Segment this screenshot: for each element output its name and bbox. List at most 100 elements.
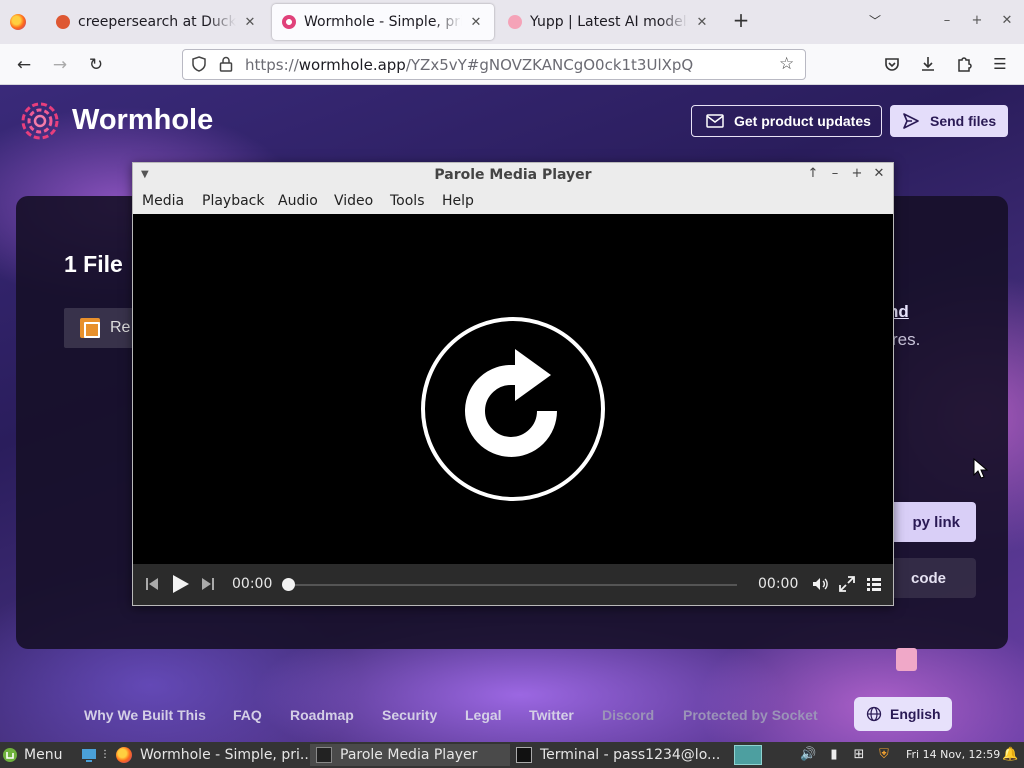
video-file-icon <box>80 318 100 338</box>
taskbar-task-terminal[interactable]: Terminal - pass1234@lo... <box>510 744 720 766</box>
tab-title: Yupp | Latest AI models <box>530 14 688 30</box>
firefox-task-icon <box>116 747 132 763</box>
language-selector-button[interactable]: English <box>854 697 952 731</box>
play-icon[interactable] <box>169 573 191 595</box>
notifications-bell-icon[interactable]: 🔔 <box>1002 747 1018 763</box>
tracking-protection-shield-icon[interactable] <box>191 56 207 72</box>
list-all-tabs-chevron-icon[interactable]: ﹀ <box>866 12 884 30</box>
replay-icon[interactable] <box>419 315 607 503</box>
player-close-icon[interactable]: ✕ <box>871 166 887 182</box>
extensions-puzzle-icon[interactable] <box>954 54 974 74</box>
menu-video[interactable]: Video <box>334 193 373 209</box>
player-maximize-icon[interactable]: + <box>849 166 865 182</box>
keep-above-arrow-icon[interactable]: ↑ <box>805 166 821 182</box>
wormhole-logo-icon[interactable] <box>20 101 60 141</box>
hamburger-menu-icon[interactable]: ☰ <box>990 54 1010 74</box>
start-menu-button[interactable]: Menu <box>2 745 62 765</box>
footer-link-roadmap[interactable]: Roadmap <box>290 707 354 723</box>
total-time: 00:00 <box>758 576 799 592</box>
footer-link-faq[interactable]: FAQ <box>233 707 262 723</box>
padlock-icon[interactable] <box>219 56 233 72</box>
taskbar-task-wormhole[interactable]: Wormhole - Simple, pri... <box>110 744 310 766</box>
card-title: 1 File <box>64 251 123 277</box>
player-minimize-icon[interactable]: – <box>827 166 843 182</box>
minimize-window-icon[interactable]: – <box>938 12 956 30</box>
footer-link-security[interactable]: Security <box>382 707 437 723</box>
pocket-icon[interactable] <box>882 54 902 74</box>
yupp-favicon-icon <box>508 15 522 29</box>
mouse-pointer-icon <box>973 458 989 479</box>
close-tab-icon[interactable]: ✕ <box>694 15 710 30</box>
url-text[interactable]: https://wormhole.app/YZx5vY#gNOVZKANCgO0… <box>245 56 693 74</box>
clock[interactable]: Fri 14 Nov, 12:59 <box>906 748 1000 761</box>
close-tab-icon[interactable]: ✕ <box>468 15 484 30</box>
forward-arrow-icon[interactable]: → <box>48 53 72 77</box>
brand-name[interactable]: Wormhole <box>72 104 213 137</box>
globe-icon <box>866 706 882 722</box>
tab-title: creepersearch at DuckD <box>78 14 236 30</box>
launcher-separator-icon: ⋮ <box>100 749 110 760</box>
seek-handle[interactable] <box>282 578 295 591</box>
tab-duckduckgo[interactable]: creepersearch at DuckD ✕ <box>46 4 268 40</box>
copy-link-label: py link <box>912 513 960 531</box>
task-label: Parole Media Player <box>340 747 478 763</box>
url-path: /YZx5vY#gNOVZKANCgO0ck1t3UlXpQ <box>405 56 694 74</box>
battery-tray-icon[interactable]: ▮ <box>826 747 842 763</box>
volume-tray-icon[interactable]: 🔊 <box>800 747 816 763</box>
address-bar[interactable]: https://wormhole.app/YZx5vY#gNOVZKANCgO0… <box>182 49 806 80</box>
send-files-button[interactable]: Send files <box>890 105 1008 137</box>
get-product-updates-button[interactable]: Get product updates <box>691 105 882 137</box>
code-button-label: code <box>910 569 946 587</box>
update-shield-tray-icon[interactable]: ⛨ <box>876 747 892 763</box>
menu-playback[interactable]: Playback <box>202 193 264 209</box>
footer-link-protected-by-socket[interactable]: Protected by Socket <box>683 707 818 723</box>
taskbar-task-parole[interactable]: Parole Media Player <box>310 744 510 766</box>
reload-icon[interactable]: ↻ <box>84 53 108 77</box>
task-label: Terminal - pass1234@lo... <box>540 747 720 763</box>
volume-icon[interactable] <box>811 575 829 593</box>
player-window-title: Parole Media Player <box>434 167 592 183</box>
send-button-label: Send files <box>930 113 997 129</box>
player-title-bar[interactable]: ▼ Parole Media Player ↑ – + ✕ <box>133 163 893 187</box>
downloads-icon[interactable] <box>918 54 938 74</box>
menu-label: Menu <box>24 747 63 763</box>
previous-track-icon[interactable] <box>143 575 161 593</box>
footer-link-twitter[interactable]: Twitter <box>529 707 574 723</box>
file-name: Re <box>110 319 131 336</box>
mail-icon <box>706 114 724 128</box>
seek-bar[interactable] <box>287 584 737 586</box>
terminal-task-icon <box>516 747 532 763</box>
new-tab-plus-icon[interactable]: + <box>730 10 752 32</box>
pink-accent-element[interactable] <box>896 648 917 671</box>
next-track-icon[interactable] <box>199 575 217 593</box>
video-area[interactable] <box>133 214 893 564</box>
firefox-icon[interactable] <box>10 14 26 30</box>
playlist-icon[interactable] <box>865 575 883 593</box>
side-description-text: res. <box>892 330 921 349</box>
parole-media-player-window[interactable]: ▼ Parole Media Player ↑ – + ✕ Media Play… <box>132 162 894 606</box>
footer-link-discord[interactable]: Discord <box>602 707 654 723</box>
tab-wormhole[interactable]: Wormhole - Simple, priv ✕ <box>272 4 494 40</box>
player-menu-bar: Media Playback Audio Video Tools Help <box>133 187 893 214</box>
close-tab-icon[interactable]: ✕ <box>242 15 258 30</box>
workspace-switcher[interactable] <box>734 745 762 765</box>
menu-tools[interactable]: Tools <box>390 193 425 209</box>
show-desktop-icon[interactable] <box>80 746 98 764</box>
bookmark-star-icon[interactable]: ☆ <box>779 55 797 73</box>
back-arrow-icon[interactable]: ← <box>12 53 36 77</box>
footer-link-why-we-built-this[interactable]: Why We Built This <box>84 707 206 723</box>
player-controls-bar: 00:00 00:00 <box>133 564 893 605</box>
menu-media[interactable]: Media <box>142 193 184 209</box>
close-window-icon[interactable]: ✕ <box>998 12 1016 30</box>
duckduckgo-favicon-icon <box>56 15 70 29</box>
footer-link-legal[interactable]: Legal <box>465 707 502 723</box>
desktop-taskbar: Menu ⋮ Wormhole - Simple, pri... Parole … <box>0 742 1024 768</box>
menu-audio[interactable]: Audio <box>278 193 318 209</box>
language-label: English <box>890 706 941 722</box>
network-tray-icon[interactable]: ⊞ <box>851 747 867 763</box>
navigation-toolbar: ← → ↻ https://wormhole.app/YZx5vY#gNOVZK… <box>0 44 1024 85</box>
menu-help[interactable]: Help <box>442 193 474 209</box>
maximize-window-icon[interactable]: + <box>968 12 986 30</box>
fullscreen-icon[interactable] <box>838 575 856 593</box>
tab-yupp[interactable]: Yupp | Latest AI models ✕ <box>498 4 720 40</box>
